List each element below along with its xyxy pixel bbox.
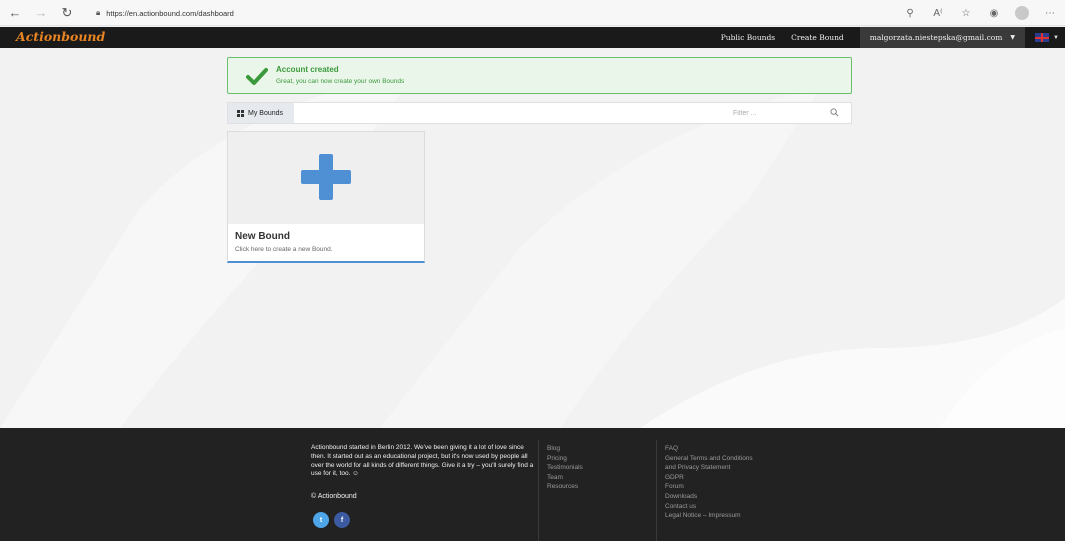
facebook-icon[interactable]: f — [334, 512, 350, 528]
bounds-toolbar: My Bounds — [227, 102, 852, 124]
reload-icon[interactable]: ↻ — [56, 2, 78, 24]
favorites-star-icon[interactable]: ☆ — [957, 3, 975, 23]
footer-link-contact[interactable]: Contact us — [665, 502, 753, 512]
footer-link-terms[interactable]: General Terms and Conditions — [665, 454, 753, 464]
more-icon[interactable]: ⋯ — [1041, 3, 1059, 23]
footer-link-resources[interactable]: Resources — [547, 482, 583, 492]
footer-link-downloads[interactable]: Downloads — [665, 492, 753, 502]
forward-arrow-icon[interactable]: → — [30, 2, 52, 24]
footer-about-text: Actionbound started in Berlin 2012. We'v… — [311, 444, 534, 478]
footer-link-team[interactable]: Team — [547, 473, 583, 483]
address-bar[interactable]: 🔒︎ https://en.actionbound.com/dashboard — [96, 4, 234, 22]
alert-message: Great, you can now create your own Bound… — [276, 78, 405, 85]
tab-my-bounds-label: My Bounds — [248, 109, 284, 117]
footer-divider — [538, 440, 539, 541]
footer-link-faq[interactable]: FAQ — [665, 444, 753, 454]
footer-link-testimonials[interactable]: Testimonials — [547, 463, 583, 473]
card-description: Click here to create a new Bound. — [235, 246, 333, 253]
footer-links-col2: FAQ General Terms and Conditions and Pri… — [665, 444, 753, 521]
card-image-area — [228, 132, 424, 224]
new-bound-card[interactable]: New Bound Click here to create a new Bou… — [227, 131, 425, 263]
actionbound-logo[interactable]: Actionbound — [16, 29, 105, 44]
url-text: https://en.actionbound.com/dashboard — [106, 8, 234, 18]
lock-icon: 🔒︎ — [96, 8, 101, 17]
uk-flag-icon[interactable] — [1035, 33, 1050, 42]
collections-icon[interactable]: ◉ — [985, 3, 1003, 23]
footer-link-pricing[interactable]: Pricing — [547, 454, 583, 464]
user-email: malgorzata.niestepska@gmail.com — [869, 33, 1003, 42]
language-caret-icon[interactable]: ▼ — [1053, 35, 1059, 41]
browser-actions: ⚲ A⁽ ☆ ◉ ⋯ — [901, 3, 1059, 23]
twitter-icon[interactable]: t — [313, 512, 329, 528]
footer-copyright: © Actionbound — [311, 493, 357, 500]
footer-link-gdpr[interactable]: GDPR — [665, 473, 753, 483]
nav-links: Public Bounds Create Bound malgorzata.ni… — [721, 27, 1065, 48]
card-title: New Bound — [235, 231, 290, 242]
filter-input[interactable] — [733, 106, 823, 120]
tab-my-bounds[interactable]: My Bounds — [228, 103, 294, 123]
grid-icon — [237, 109, 244, 117]
public-bounds-link[interactable]: Public Bounds — [721, 33, 775, 42]
back-arrow-icon[interactable]: ← — [4, 2, 26, 24]
footer-link-privacy[interactable]: and Privacy Statement — [665, 463, 753, 473]
footer-link-impressum[interactable]: Legal Notice – Impressum — [665, 511, 753, 521]
checkmark-icon — [246, 68, 268, 85]
footer-link-blog[interactable]: Blog — [547, 444, 583, 454]
app-navbar: Actionbound Public Bounds Create Bound m… — [0, 27, 1065, 48]
footer: Actionbound started in Berlin 2012. We'v… — [0, 428, 1065, 541]
footer-divider — [656, 440, 657, 541]
caret-down-icon: ▼ — [1010, 34, 1016, 41]
success-alert: Account created Great, you can now creat… — [227, 57, 852, 94]
read-aloud-icon[interactable]: A⁽ — [929, 3, 947, 23]
footer-links-col1: Blog Pricing Testimonials Team Resources — [547, 444, 583, 492]
plus-icon — [301, 154, 351, 200]
browser-toolbar: ← → ↻ 🔒︎ https://en.actionbound.com/dash… — [0, 0, 1065, 26]
profile-avatar[interactable] — [1013, 3, 1031, 23]
key-icon[interactable]: ⚲ — [901, 3, 919, 23]
alert-title: Account created — [276, 65, 339, 74]
search-icon[interactable] — [830, 108, 839, 117]
create-bound-link[interactable]: Create Bound — [791, 33, 844, 42]
user-menu-dropdown[interactable]: malgorzata.niestepska@gmail.com ▼ — [859, 27, 1026, 48]
footer-link-forum[interactable]: Forum — [665, 482, 753, 492]
